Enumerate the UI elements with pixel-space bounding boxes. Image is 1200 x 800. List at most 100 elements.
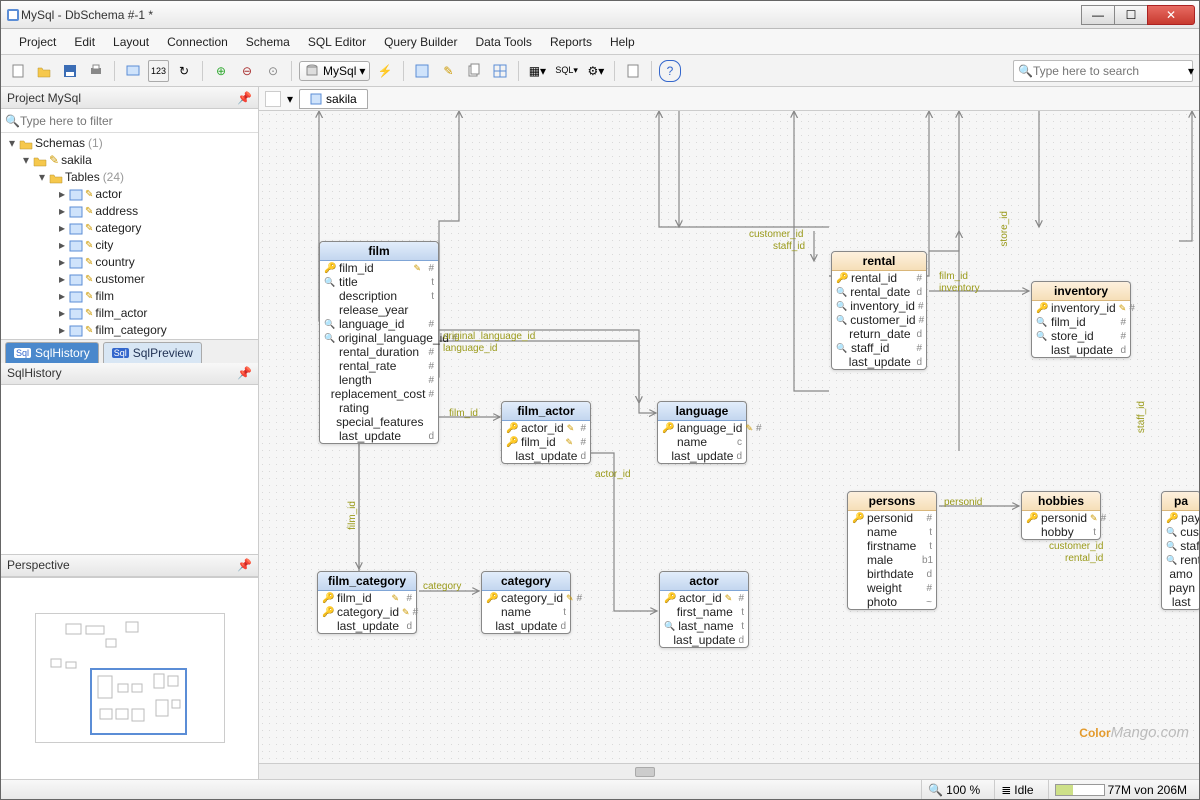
zoom-fit-icon[interactable]: ⊙	[262, 60, 284, 82]
edit-icon[interactable]: ✎	[437, 60, 459, 82]
rel-rental-id: rental_id	[1065, 553, 1103, 564]
entity-category[interactable]: category🔑category_id✎#nametlast_updated	[481, 571, 571, 634]
chevron-down-icon: ▾	[1188, 64, 1194, 78]
entity-payment[interactable]: pa🔑payn🔍cust🔍staf🔍rentamopaynlast	[1161, 491, 1199, 610]
zoom-in-icon[interactable]: ⊕	[210, 60, 232, 82]
rel-orig-lang: original_language_id	[443, 331, 535, 342]
grid-icon[interactable]	[489, 60, 511, 82]
tree-table-country[interactable]: ▸✎country	[1, 254, 258, 271]
copy-icon[interactable]	[463, 60, 485, 82]
open-icon[interactable]	[33, 60, 55, 82]
tab-sql-preview[interactable]: SqlSqlPreview	[103, 342, 202, 363]
menu-help[interactable]: Help	[602, 32, 643, 52]
save-icon[interactable]	[59, 60, 81, 82]
tab-sql-history[interactable]: SqlSqlHistory	[5, 342, 99, 363]
zoom-out-icon[interactable]: ⊖	[236, 60, 258, 82]
pin-icon[interactable]: 📌	[237, 366, 252, 380]
project-panel-header: Project MySql 📌	[1, 87, 258, 109]
history-panel-body	[1, 385, 258, 555]
tree-schema-sakila[interactable]: ▾✎sakila	[1, 152, 258, 169]
app-icon	[5, 7, 21, 23]
tab-sakila[interactable]: sakila	[299, 89, 368, 109]
history-title: SqlHistory	[7, 366, 62, 380]
watermark: ColorMango.com	[1079, 724, 1189, 741]
menu-project[interactable]: Project	[11, 32, 64, 52]
horizontal-scrollbar[interactable]	[259, 763, 1199, 779]
rel-film-id-2: film_id	[449, 408, 478, 419]
schema-tree[interactable]: ▾Schemas(1) ▾✎sakila ▾Tables(24) ▸✎actor…	[1, 133, 258, 339]
entity-language[interactable]: language🔑language_id✎#nameclast_updated	[657, 401, 747, 464]
rel-customer-id-2: customer_id	[1049, 541, 1103, 552]
search-input[interactable]	[1033, 64, 1188, 78]
tree-tables[interactable]: ▾Tables(24)	[1, 169, 258, 186]
help-icon[interactable]: ?	[659, 60, 681, 82]
close-button[interactable]: ✕	[1147, 5, 1195, 25]
entity-inventory[interactable]: inventory🔑inventory_id✎#🔍film_id#🔍store_…	[1031, 281, 1131, 358]
rel-film-id: film_id	[939, 271, 968, 282]
connect-icon[interactable]: ⚡	[374, 60, 396, 82]
search-box[interactable]: 🔍 ▾	[1013, 60, 1193, 82]
rel-film-id-3: film_id	[347, 501, 358, 530]
report-icon[interactable]	[622, 60, 644, 82]
project-title: Project MySql	[7, 91, 81, 105]
screen-icon[interactable]	[122, 60, 144, 82]
rel-personid: personid	[944, 497, 982, 508]
filter-box[interactable]: 🔍	[1, 109, 258, 133]
menu-query-builder[interactable]: Query Builder	[376, 32, 465, 52]
maximize-button[interactable]: ☐	[1114, 5, 1148, 25]
pin-icon[interactable]: 📌	[237, 558, 252, 572]
pin-icon[interactable]: 📌	[237, 91, 252, 105]
rel-store-id: store_id	[999, 211, 1010, 247]
print-icon[interactable]	[85, 60, 107, 82]
tree-table-film[interactable]: ▸✎film	[1, 288, 258, 305]
chevron-down-icon[interactable]: ▾	[287, 92, 293, 106]
entity-film[interactable]: film🔑film_id✎#🔍titletdescriptiontrelease…	[319, 241, 439, 444]
diagram-canvas[interactable]: film🔑film_id✎#🔍titletdescriptiontrelease…	[259, 111, 1199, 763]
tab-nav-left-icon[interactable]	[265, 91, 281, 107]
menu-layout[interactable]: Layout	[105, 32, 157, 52]
menu-sql-editor[interactable]: SQL Editor	[300, 32, 374, 52]
sidebar-tabs: SqlSqlHistory SqlSqlPreview	[1, 339, 258, 363]
minimize-button[interactable]: —	[1081, 5, 1115, 25]
table-icon[interactable]	[411, 60, 433, 82]
search-icon: 🔍	[5, 114, 20, 128]
tree-table-film_category[interactable]: ▸✎film_category	[1, 322, 258, 339]
menubar: Project Edit Layout Connection Schema SQ…	[1, 29, 1199, 55]
tree-table-customer[interactable]: ▸✎customer	[1, 271, 258, 288]
rel-staff-id-2: staff_id	[1136, 401, 1147, 433]
tree-table-actor[interactable]: ▸✎actor	[1, 186, 258, 203]
sql-icon[interactable]: SQL▾	[552, 60, 581, 82]
entity-persons[interactable]: persons🔑personid#nametfirstnametmaleb1bi…	[847, 491, 937, 610]
tools-icon[interactable]: ⚙▾	[585, 60, 607, 82]
search-icon: 🔍	[1018, 64, 1033, 78]
menu-schema[interactable]: Schema	[238, 32, 298, 52]
status-zoom[interactable]: 🔍 100 %	[921, 780, 986, 799]
db-selector-label: MySql	[323, 64, 356, 78]
sidebar: Project MySql 📌 🔍 ▾Schemas(1) ▾✎sakila ▾…	[1, 87, 259, 779]
window-title: MySql - DbSchema #-1 *	[21, 8, 1082, 22]
db-selector[interactable]: MySql ▾	[299, 61, 370, 81]
menu-data-tools[interactable]: Data Tools	[467, 32, 539, 52]
rel-actor-id: actor_id	[595, 469, 631, 480]
toolbar: 123 ↻ ⊕ ⊖ ⊙ MySql ▾ ⚡ ✎ ▦▾ SQL▾ ⚙▾ ? 🔍 ▾	[1, 55, 1199, 87]
entity-film-actor[interactable]: film_actor🔑actor_id✎#🔑film_id✎#last_upda…	[501, 401, 591, 464]
refresh-icon[interactable]: ↻	[173, 60, 195, 82]
entity-actor[interactable]: actor🔑actor_id✎#first_namet🔍last_nametla…	[659, 571, 749, 648]
perspective-minimap[interactable]	[1, 578, 258, 780]
filter-input[interactable]	[20, 114, 254, 128]
menu-connection[interactable]: Connection	[159, 32, 236, 52]
layout-icon[interactable]: ▦▾	[526, 60, 548, 82]
entity-hobbies[interactable]: hobbies🔑personid✎#hobbyt	[1021, 491, 1101, 540]
rel-category: category	[423, 581, 461, 592]
tree-table-category[interactable]: ▸✎category	[1, 220, 258, 237]
tree-table-city[interactable]: ▸✎city	[1, 237, 258, 254]
tree-table-film_actor[interactable]: ▸✎film_actor	[1, 305, 258, 322]
tree-schemas[interactable]: ▾Schemas(1)	[1, 135, 258, 152]
tree-table-address[interactable]: ▸✎address	[1, 203, 258, 220]
number-icon[interactable]: 123	[148, 60, 169, 82]
new-icon[interactable]	[7, 60, 29, 82]
menu-reports[interactable]: Reports	[542, 32, 600, 52]
menu-edit[interactable]: Edit	[66, 32, 103, 52]
entity-rental[interactable]: rental🔑rental_id#🔍rental_dated🔍inventory…	[831, 251, 927, 370]
entity-film-category[interactable]: film_category🔑film_id✎#🔑category_id✎#las…	[317, 571, 417, 634]
